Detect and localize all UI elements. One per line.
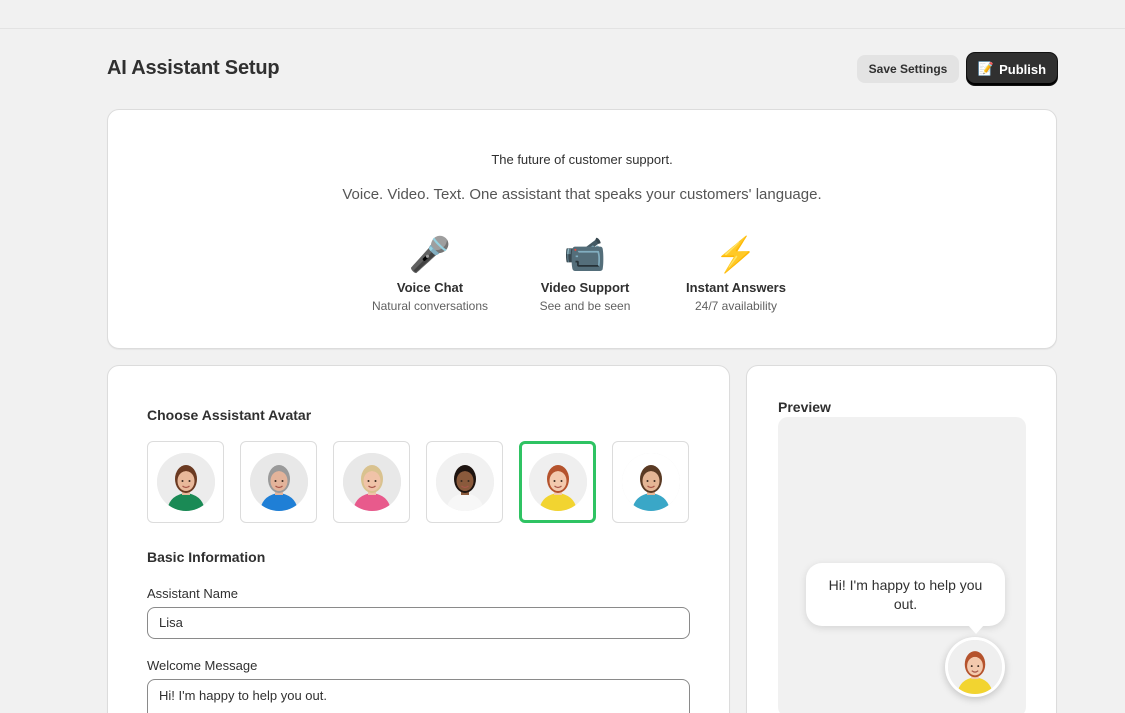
- avatar-image: [342, 453, 401, 511]
- save-settings-button[interactable]: Save Settings: [857, 55, 959, 83]
- video-camera-icon: 📹: [563, 236, 607, 274]
- feature-video-support: 📹 Video Support See and be seen: [510, 236, 660, 313]
- avatar-option-6[interactable]: [612, 441, 689, 523]
- avatar-image: [528, 453, 587, 511]
- feature-voice-chat: 🎤 Voice Chat Natural conversations: [355, 236, 505, 313]
- welcome-message-textarea[interactable]: Hi! I'm happy to help you out.: [147, 679, 690, 713]
- chat-bubble: Hi! I'm happy to help you out.: [806, 563, 1005, 626]
- preview-title: Preview: [778, 399, 831, 415]
- launcher-avatar: [948, 640, 1002, 694]
- avatar-section-title: Choose Assistant Avatar: [147, 407, 312, 423]
- avatar-image: [156, 453, 215, 511]
- assistant-name-input[interactable]: Lisa: [147, 607, 690, 639]
- hero-subtitle: Voice. Video. Text. One assistant that s…: [342, 186, 822, 203]
- top-bar: [0, 0, 1125, 29]
- avatar-image: [621, 453, 680, 511]
- assistant-name-label: Assistant Name: [147, 586, 239, 601]
- hero-card: The future of customer support. Voice. V…: [107, 109, 1057, 349]
- feature-desc: Natural conversations: [371, 299, 489, 313]
- memo-icon: 📝: [977, 61, 995, 76]
- chat-bubble-tail: [968, 625, 984, 634]
- avatar-option-3[interactable]: [333, 441, 410, 523]
- avatar-picker: [147, 441, 690, 523]
- feature-title: Instant Answers: [686, 280, 786, 295]
- feature-title: Voice Chat: [396, 280, 464, 295]
- lightning-icon: ⚡: [714, 236, 758, 274]
- welcome-message-label: Welcome Message: [147, 658, 258, 673]
- chat-launcher-button[interactable]: [945, 637, 1005, 697]
- microphone-icon: 🎤: [408, 236, 452, 274]
- preview-card: Preview Hi! I'm happy to help you out.: [746, 365, 1057, 713]
- page-title: AI Assistant Setup: [107, 57, 280, 79]
- avatar-option-1[interactable]: [147, 441, 224, 523]
- publish-button[interactable]: 📝 Publish: [967, 53, 1057, 85]
- avatar-image: [435, 453, 494, 511]
- avatar-option-5[interactable]: [519, 441, 596, 523]
- avatar-option-2[interactable]: [240, 441, 317, 523]
- publish-label: Publish: [999, 61, 1047, 77]
- avatar-image: [249, 453, 308, 511]
- feature-desc: 24/7 availability: [694, 299, 778, 313]
- settings-card: Choose Assistant Avatar Basic Informatio…: [107, 365, 730, 713]
- basic-info-title: Basic Information: [147, 549, 266, 565]
- feature-desc: See and be seen: [539, 299, 631, 313]
- feature-instant-answers: ⚡ Instant Answers 24/7 availability: [661, 236, 811, 313]
- feature-title: Video Support: [540, 280, 630, 295]
- preview-canvas: Hi! I'm happy to help you out.: [778, 417, 1026, 713]
- hero-tagline: The future of customer support.: [491, 152, 673, 167]
- avatar-option-4[interactable]: [426, 441, 503, 523]
